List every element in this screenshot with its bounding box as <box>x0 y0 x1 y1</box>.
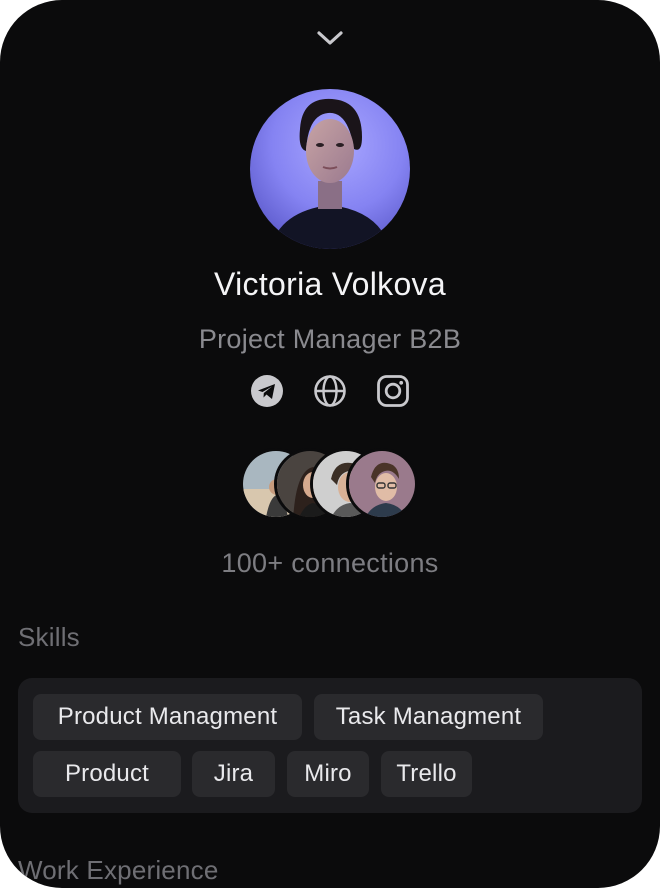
skills-heading: Skills <box>18 622 80 652</box>
profile-name: Victoria Volkova <box>214 266 446 302</box>
profile-screen: Victoria Volkova Project Manager B2B 100… <box>0 0 660 888</box>
skill-chip[interactable]: Product <box>33 751 181 797</box>
skill-chip[interactable]: Product Managment <box>33 694 302 740</box>
profile-avatar <box>250 89 410 249</box>
profile-role: Project Manager B2B <box>198 324 462 354</box>
connections-count[interactable]: 100+ connections <box>0 544 660 582</box>
skill-chip[interactable]: Jira <box>192 751 275 797</box>
skill-chip[interactable]: Miro <box>287 751 369 797</box>
social-links <box>250 374 410 408</box>
globe-icon[interactable] <box>313 374 347 408</box>
skill-chip[interactable]: Task Managment <box>314 694 543 740</box>
chevron-down-icon[interactable] <box>315 28 345 48</box>
skills-card: Product Managment Task Managment Product… <box>18 678 642 813</box>
skill-chip[interactable]: Trello <box>381 751 472 797</box>
connection-avatar <box>346 448 418 520</box>
instagram-icon[interactable] <box>376 374 410 408</box>
work-experience-heading: Work Experience <box>18 855 219 885</box>
telegram-icon[interactable] <box>250 374 284 408</box>
connection-avatars[interactable] <box>240 448 420 522</box>
